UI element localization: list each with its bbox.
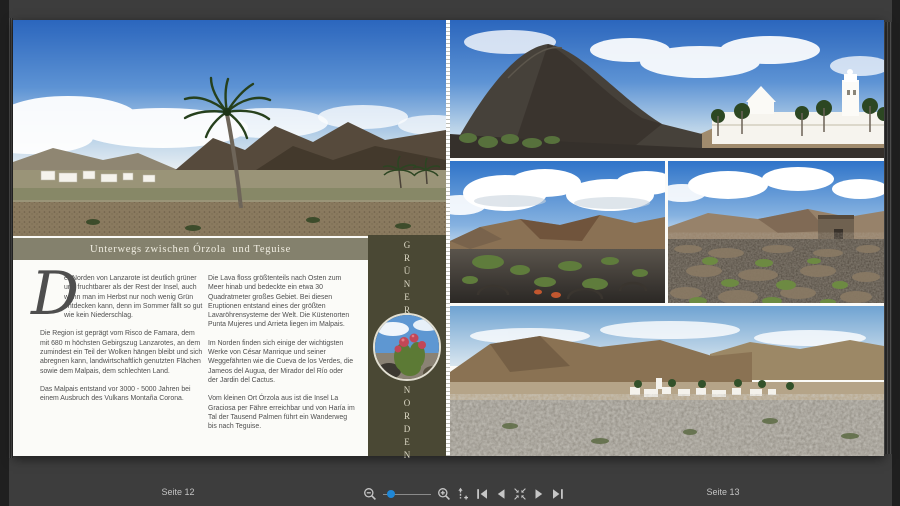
paragraph: Die Region ist geprägt vom Risco de Fama… — [40, 329, 204, 375]
page-number-left: Seite 12 — [138, 487, 218, 497]
chapter-side-bar: GRÜNER — [368, 235, 446, 456]
photo-stonewalls-hut — [668, 161, 884, 303]
next-page-icon[interactable] — [532, 487, 546, 501]
photo-vineyard-valley — [450, 161, 665, 303]
chapter-title-bar: Unterwegs zwischen Órzola und Teguise — [13, 238, 368, 260]
zoom-slider-thumb[interactable] — [387, 490, 395, 498]
window-edge-left — [0, 0, 9, 506]
body-text: er Norden von Lanzarote ist deutlich grü… — [13, 260, 368, 456]
last-page-icon[interactable] — [551, 487, 565, 501]
photo-palm-landscape — [13, 20, 446, 236]
paragraph: Im Norden finden sich einige der wichtig… — [208, 339, 355, 385]
text-column-2: Die Lava floss größtenteils nach Osten z… — [208, 274, 355, 440]
paragraph: er Norden von Lanzarote ist deutlich grü… — [64, 274, 204, 320]
text-column-1: er Norden von Lanzarote ist deutlich grü… — [40, 274, 204, 413]
side-bar-word-top: GRÜNER — [368, 240, 446, 310]
photo-volcano-church — [450, 20, 884, 158]
zoom-in-icon[interactable] — [437, 487, 451, 501]
book-spread: Unterwegs zwischen Órzola und Teguise GR… — [13, 20, 884, 456]
viewer-toolbar — [363, 485, 565, 503]
page-13 — [450, 20, 884, 456]
chapter-title: Unterwegs zwischen Órzola und Teguise — [90, 244, 291, 255]
photo-cactus-circle — [373, 313, 441, 381]
zoom-slider[interactable] — [383, 487, 431, 501]
photo-coast-panorama — [450, 306, 884, 456]
book-page-stack-right — [884, 22, 892, 454]
zoom-out-icon[interactable] — [363, 487, 377, 501]
previous-page-icon[interactable] — [494, 487, 508, 501]
page-number-right: Seite 13 — [683, 487, 763, 497]
fit-to-page-icon[interactable] — [513, 487, 527, 501]
side-bar-word-bottom: NORDEN — [368, 385, 446, 455]
paragraph: Vom kleinen Ort Órzola aus ist die Insel… — [208, 394, 355, 431]
page-12: Unterwegs zwischen Órzola und Teguise GR… — [13, 20, 446, 456]
paragraph: Die Lava floss größtenteils nach Osten z… — [208, 274, 355, 330]
paragraph: Das Malpais entstand vor 3000 - 5000 Jah… — [40, 385, 204, 404]
original-size-icon[interactable] — [456, 487, 470, 501]
first-page-icon[interactable] — [475, 487, 489, 501]
window-edge-right — [892, 0, 900, 506]
